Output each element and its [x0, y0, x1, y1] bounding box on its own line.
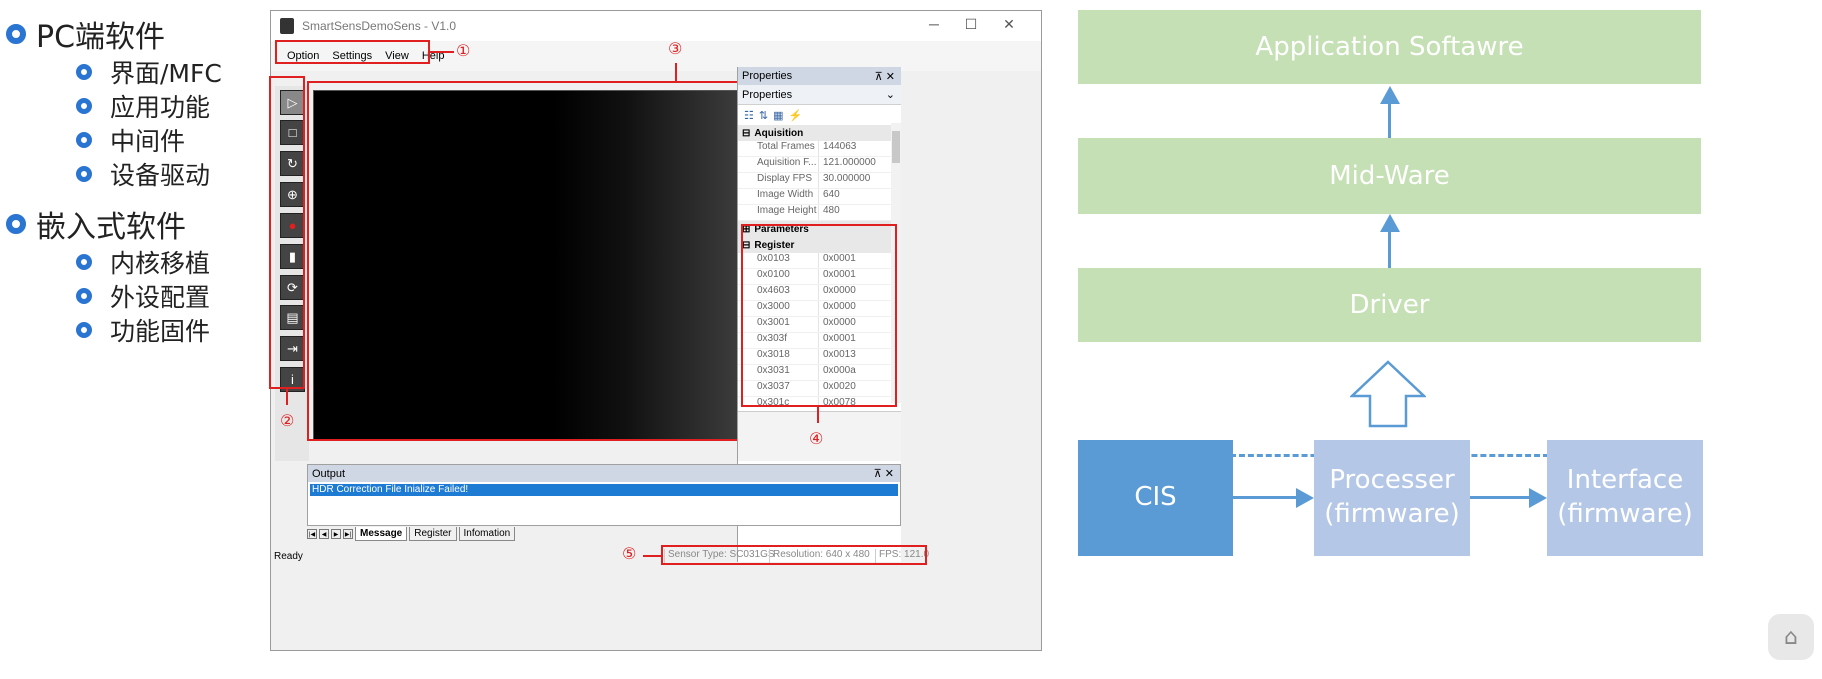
chevron-down-icon: ⌄ [885, 89, 895, 101]
bullet-icon [76, 288, 92, 304]
properties-toolbar: ☷ ⇅ ▦ ⚡ [738, 105, 901, 125]
annotation-label-1: ① [456, 41, 471, 60]
collapse-icon: ⊟ [742, 127, 751, 139]
outline-subitem: 设备驱动 [76, 156, 210, 192]
pin-close-icon[interactable]: ⊼ ✕ [874, 467, 894, 480]
outline-heading: 嵌入式软件 [36, 210, 186, 245]
annotation-arrow [817, 407, 819, 423]
processer-box: Processer (firmware) [1314, 440, 1470, 556]
annotation-arrow [430, 51, 454, 53]
arrow-up-icon [1380, 86, 1400, 104]
arrow-up-icon [1380, 214, 1400, 232]
bullet-icon [76, 166, 92, 182]
annotation-box-status [661, 545, 927, 565]
output-message[interactable]: HDR Correction File Inialize Failed! [310, 484, 898, 496]
bullet-icon [76, 64, 92, 80]
annotation-box-view [307, 81, 775, 441]
bullet-icon [6, 24, 26, 44]
outline-heading: PC端软件 [36, 20, 166, 55]
tab-message[interactable]: Message [355, 527, 408, 541]
annotation-label-5: ⑤ [622, 544, 637, 563]
title-bar: SmartSensDemoSens - V1.0 ─ ☐ ✕ [271, 11, 1041, 41]
maximize-button[interactable]: ☐ [951, 16, 991, 33]
annotation-box-register [741, 224, 897, 407]
pin-close-icon[interactable]: ⊼ ✕ [875, 70, 895, 83]
outline-subitem: 应用功能 [76, 88, 210, 124]
outline-subitem: 界面/MFC [76, 54, 222, 90]
events-icon[interactable]: ⚡ [789, 109, 803, 122]
bullet-icon [76, 254, 92, 270]
arrow-line [1388, 102, 1391, 138]
outline-subitem: 外设配置 [76, 278, 210, 314]
properties-combo[interactable]: Properties ⌄ [738, 85, 901, 105]
property-row[interactable]: Image Width 640 [738, 189, 901, 205]
arrow-line [1388, 230, 1391, 268]
annotation-label-3: ③ [668, 39, 683, 58]
architecture-diagram: Application Softawre Mid-Ware Driver CIS… [1056, 0, 1822, 679]
property-row[interactable]: Aquisition F... 121.000000 [738, 157, 901, 173]
property-row[interactable]: Total Frames 144063 [738, 141, 901, 157]
arrow-line [1470, 496, 1532, 499]
minimize-button[interactable]: ─ [914, 16, 954, 32]
outline-subitem: 功能固件 [76, 312, 210, 348]
bullet-icon [76, 322, 92, 338]
driver-box: Driver [1078, 268, 1701, 342]
property-row[interactable]: Display FPS 30.000000 [738, 173, 901, 189]
bullet-icon [76, 132, 92, 148]
group-acquisition[interactable]: ⊟ Aquisition [738, 125, 901, 141]
output-tabs: |◀ ◀ ▶ ▶| Message Register Infomation [307, 525, 516, 543]
prev-icon[interactable]: ◀ [319, 529, 329, 539]
output-header: Output ⊼ ✕ [308, 465, 900, 482]
scrollbar-thumb[interactable] [892, 131, 900, 163]
app-window: SmartSensDemoSens - V1.0 ─ ☐ ✕ Option Se… [269, 10, 1042, 651]
outline-item-pc: PC端软件 [6, 12, 165, 56]
categorized-icon[interactable]: ☷ [744, 109, 754, 122]
annotation-box-toolbar [269, 76, 305, 389]
app-icon [280, 18, 294, 34]
properties-header: Properties ⊼ ✕ [738, 67, 901, 85]
bullet-icon [76, 98, 92, 114]
hollow-arrow-up-icon [1350, 360, 1426, 428]
application-software-box: Application Softawre [1078, 10, 1701, 84]
tv-logo-icon: ⌂ [1768, 614, 1814, 660]
bullet-icon [6, 214, 26, 234]
window-title: SmartSensDemoSens - V1.0 [302, 19, 457, 33]
tab-register[interactable]: Register [409, 527, 457, 541]
output-pane: Output ⊼ ✕ HDR Correction File Inialize F… [307, 464, 901, 526]
cis-box: CIS [1078, 440, 1233, 556]
properties-icon[interactable]: ▦ [773, 109, 783, 122]
sort-icon[interactable]: ⇅ [759, 109, 768, 122]
mid-ware-box: Mid-Ware [1078, 138, 1701, 214]
outline-subitem: 内核移植 [76, 244, 210, 280]
property-row[interactable]: Image Height 480 [738, 205, 901, 221]
annotation-label-2: ② [280, 411, 295, 430]
annotation-arrow [675, 63, 677, 81]
annotation-box-menu [275, 40, 430, 64]
last-icon[interactable]: ▶| [343, 529, 353, 539]
tab-information[interactable]: Infomation [458, 527, 516, 541]
interface-box: Interface (firmware) [1547, 440, 1703, 556]
arrow-right-icon [1529, 488, 1547, 508]
annotation-arrow [643, 555, 661, 557]
outline-panel: PC端软件 界面/MFC 应用功能 中间件 设备驱动 嵌入式软件 内核移植 外设… [0, 0, 260, 679]
arrow-right-icon [1296, 488, 1314, 508]
outline-subitem: 中间件 [76, 122, 185, 158]
next-icon[interactable]: ▶ [331, 529, 341, 539]
close-button[interactable]: ✕ [989, 16, 1029, 33]
arrow-line [1233, 496, 1299, 499]
status-ready: Ready [274, 550, 303, 562]
outline-item-embedded: 嵌入式软件 [6, 202, 186, 246]
first-icon[interactable]: |◀ [307, 529, 317, 539]
annotation-label-4: ④ [809, 429, 824, 448]
annotation-arrow [286, 389, 288, 405]
